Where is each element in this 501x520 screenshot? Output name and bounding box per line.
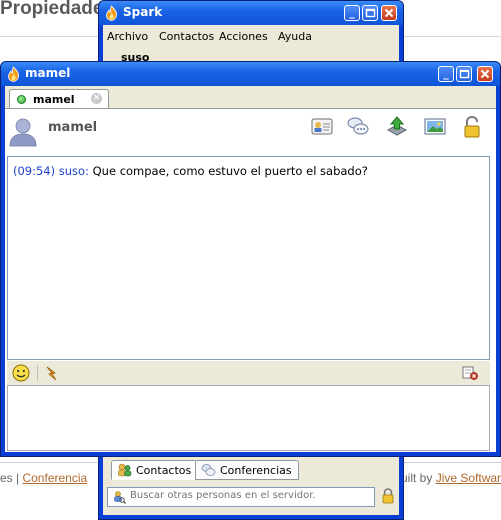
chat-transcript[interactable]: (09:54) suso: Que compae, como estuvo el… (7, 156, 490, 360)
maximize-button[interactable] (362, 5, 378, 21)
minimize-button[interactable]: _ (344, 5, 360, 21)
chat-panel: mamel (09:54) suso: Que compae, como est… (5, 108, 496, 452)
tab-mamel[interactable]: mamel × (9, 89, 109, 109)
footer-right-text: uilt by (401, 471, 436, 485)
tab-mamel-label: mamel (33, 93, 75, 106)
spark-window-title: Spark (123, 5, 163, 19)
chat-message: (09:54) suso: Que compae, como estuvo el… (13, 164, 368, 178)
search-input[interactable] (130, 490, 370, 501)
minimize-icon: _ (443, 67, 449, 80)
spark-flame-icon (106, 5, 117, 21)
conferencia-link[interactable]: Conferencia (22, 471, 87, 485)
chat-header: mamel (5, 109, 496, 156)
menu-ayuda[interactable]: Ayuda (278, 30, 312, 43)
footer-left: es | Conferencia (0, 471, 87, 485)
minimize-button[interactable]: _ (438, 66, 454, 82)
close-icon (384, 8, 394, 18)
chat-window-title: mamel (25, 66, 71, 80)
screenshot-icon[interactable] (423, 115, 447, 139)
message-sender: suso: (58, 164, 89, 178)
close-button[interactable] (381, 5, 397, 21)
menu-contactos[interactable]: Contactos (159, 30, 214, 43)
contacts-icon (118, 463, 132, 477)
message-time: (09:54) (13, 164, 56, 178)
vcard-icon[interactable] (310, 115, 334, 139)
page-title: Propiedades (0, 0, 115, 19)
tab-conferencias-label: Conferencias (220, 464, 292, 477)
message-text: Que compae, como estuvo el puerto el sab… (88, 164, 368, 178)
menu-bar: Archivo Contactos Acciones Ayuda (103, 25, 399, 47)
maximize-button[interactable] (456, 66, 472, 82)
search-people-icon (114, 491, 126, 504)
minimize-icon: _ (349, 6, 355, 19)
clear-icon[interactable] (462, 366, 478, 380)
buzz-icon[interactable] (43, 364, 61, 382)
chat-client-area: mamel × mamel (09:54) suso: Que compae, … (5, 86, 496, 452)
menu-acciones[interactable]: Acciones (219, 30, 268, 43)
spark-title-bar[interactable]: Spark _ (99, 1, 403, 25)
lock-icon[interactable] (381, 488, 395, 504)
close-icon (480, 69, 490, 79)
tab-contactos-label: Contactos (136, 464, 192, 477)
avatar (9, 118, 37, 147)
maximize-icon (365, 8, 376, 18)
lock-icon[interactable] (460, 115, 484, 139)
chat-window: mamel _ mamel × mamel (09:54) suso: Que … (0, 61, 501, 457)
chat-title-bar[interactable]: mamel _ (1, 62, 500, 86)
contact-search-field[interactable] (107, 487, 375, 507)
menu-archivo[interactable]: Archivo (107, 30, 148, 43)
emoticon-icon[interactable] (12, 364, 30, 382)
conferences-icon (201, 464, 216, 476)
close-button[interactable] (477, 66, 493, 82)
maximize-icon (459, 69, 470, 79)
footer-right: uilt by Jive Softwar (401, 471, 501, 485)
file-transfer-icon[interactable] (385, 115, 409, 139)
close-tab-icon[interactable]: × (91, 93, 102, 104)
jive-software-link[interactable]: Jive Softwar (436, 471, 501, 485)
contact-name: mamel (48, 120, 98, 135)
toolbar-separator (37, 365, 38, 381)
message-toolbar (7, 361, 490, 385)
footer-left-sep: es | (0, 471, 23, 485)
tab-conferencias[interactable]: Conferencias (195, 460, 299, 480)
tab-contactos[interactable]: Contactos (111, 460, 199, 480)
message-input[interactable] (7, 385, 490, 451)
chat-bubbles-icon[interactable] (346, 115, 370, 139)
spark-tab-strip: Contactos Conferencias (103, 457, 399, 483)
status-online-icon (17, 95, 26, 104)
spark-flame-icon (8, 66, 19, 82)
